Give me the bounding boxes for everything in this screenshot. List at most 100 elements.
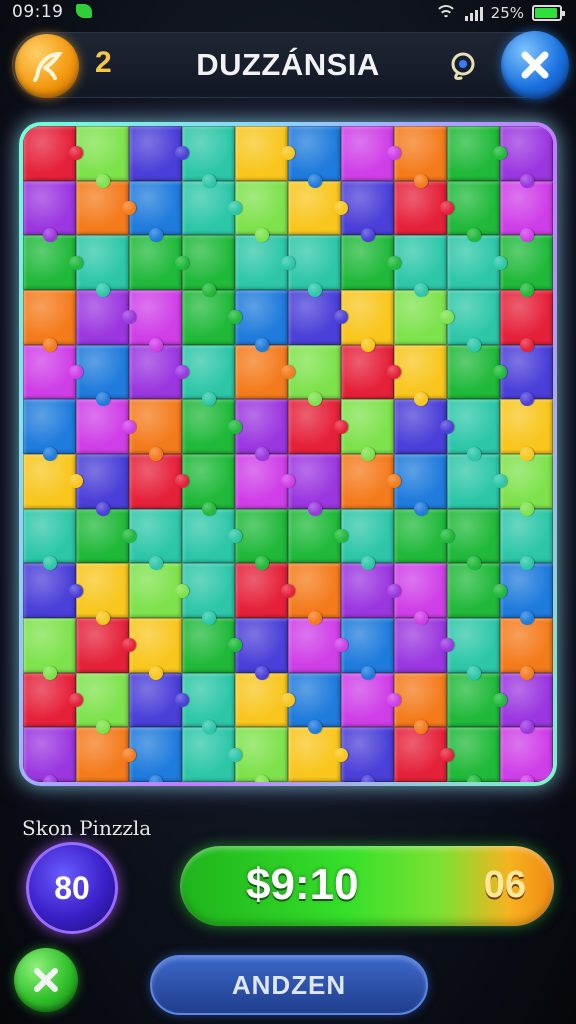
puzzle-piece[interactable] <box>23 180 76 242</box>
puzzle-piece[interactable] <box>500 399 553 461</box>
puzzle-piece[interactable] <box>288 508 348 564</box>
puzzle-piece[interactable] <box>447 126 507 181</box>
puzzle-piece[interactable] <box>182 508 242 564</box>
puzzle-piece[interactable] <box>341 454 401 509</box>
puzzle-piece[interactable] <box>235 618 288 680</box>
puzzle-piece[interactable] <box>447 290 500 352</box>
puzzle-piece[interactable] <box>447 344 507 400</box>
puzzle-piece[interactable] <box>182 180 242 236</box>
puzzle-piece[interactable] <box>447 508 500 570</box>
puzzle-piece[interactable] <box>394 618 454 673</box>
puzzle-piece[interactable] <box>341 180 394 242</box>
cancel-button[interactable] <box>14 948 78 1012</box>
puzzle-piece[interactable] <box>500 180 553 242</box>
puzzle-piece[interactable] <box>288 290 348 345</box>
puzzle-piece[interactable] <box>447 454 507 509</box>
puzzle-piece[interactable] <box>235 454 295 509</box>
puzzle-piece[interactable] <box>288 563 341 625</box>
puzzle-piece[interactable] <box>23 618 76 680</box>
puzzle-piece[interactable] <box>182 618 242 673</box>
puzzle-piece[interactable] <box>23 563 83 618</box>
puzzle-piece[interactable] <box>235 290 288 352</box>
puzzle-piece[interactable] <box>76 454 129 516</box>
puzzle-piece[interactable] <box>341 727 394 782</box>
puzzle-piece[interactable] <box>23 672 83 728</box>
puzzle-piece[interactable] <box>447 180 500 242</box>
puzzle-piece[interactable] <box>394 180 454 236</box>
puzzle-piece[interactable] <box>76 290 136 345</box>
puzzle-piece[interactable] <box>447 399 500 461</box>
puzzle-piece[interactable] <box>394 126 447 188</box>
puzzle-piece[interactable] <box>288 180 348 236</box>
puzzle-piece[interactable] <box>76 563 129 625</box>
puzzle-piece[interactable] <box>235 672 295 728</box>
puzzle-piece[interactable] <box>129 454 189 509</box>
puzzle-piece[interactable] <box>394 290 454 345</box>
puzzle-piece[interactable] <box>235 235 295 290</box>
puzzle-piece[interactable] <box>129 399 182 461</box>
puzzle-piece[interactable] <box>288 399 348 454</box>
puzzle-piece[interactable] <box>235 508 288 570</box>
puzzle-piece[interactable] <box>235 563 295 618</box>
puzzle-piece[interactable] <box>23 454 83 509</box>
puzzle-piece[interactable] <box>23 235 83 290</box>
puzzle-piece[interactable] <box>341 563 401 618</box>
puzzle-piece[interactable] <box>182 563 235 625</box>
puzzle-piece[interactable] <box>182 344 235 406</box>
puzzle-piece[interactable] <box>394 563 447 625</box>
puzzle-piece[interactable] <box>23 399 76 461</box>
puzzle-piece[interactable] <box>288 727 348 782</box>
puzzle-piece[interactable] <box>76 344 129 406</box>
puzzle-piece[interactable] <box>500 508 553 570</box>
puzzle-piece[interactable] <box>288 454 341 516</box>
puzzle-piece[interactable] <box>235 344 295 400</box>
puzzle-piece[interactable] <box>500 235 553 297</box>
puzzle-piece[interactable] <box>76 618 136 673</box>
puzzle-piece[interactable] <box>341 618 394 680</box>
puzzle-piece[interactable] <box>500 454 553 516</box>
puzzle-piece[interactable] <box>76 672 129 734</box>
puzzle-piece[interactable] <box>341 508 394 570</box>
puzzle-piece[interactable] <box>447 563 507 618</box>
puzzle-piece[interactable] <box>23 727 76 782</box>
puzzle-piece[interactable] <box>394 399 454 454</box>
puzzle-piece[interactable] <box>129 126 189 181</box>
puzzle-piece[interactable] <box>394 672 447 734</box>
puzzle-piece[interactable] <box>341 399 394 461</box>
puzzle-piece[interactable] <box>129 672 189 728</box>
puzzle-piece[interactable] <box>76 126 129 188</box>
puzzle-piece[interactable] <box>129 618 182 680</box>
puzzle-piece[interactable] <box>235 126 295 181</box>
puzzle-piece[interactable] <box>447 727 500 782</box>
puzzle-piece[interactable] <box>341 344 401 400</box>
puzzle-piece[interactable] <box>23 126 83 181</box>
puzzle-piece[interactable] <box>76 727 136 782</box>
puzzle-piece[interactable] <box>288 618 348 673</box>
puzzle-piece[interactable] <box>394 235 447 297</box>
puzzle-piece[interactable] <box>129 344 189 400</box>
puzzle-piece[interactable] <box>500 290 553 352</box>
puzzle-piece[interactable] <box>129 235 189 290</box>
puzzle-piece[interactable] <box>341 126 401 181</box>
close-button[interactable] <box>501 31 569 99</box>
puzzle-piece[interactable] <box>500 563 553 625</box>
puzzle-piece[interactable] <box>182 399 242 454</box>
puzzle-piece[interactable] <box>394 727 454 782</box>
puzzle-piece[interactable] <box>288 344 341 406</box>
puzzle-piece[interactable] <box>500 672 553 734</box>
puzzle-piece[interactable] <box>182 290 242 345</box>
puzzle-piece[interactable] <box>394 454 447 516</box>
puzzle-piece[interactable] <box>76 399 136 454</box>
puzzle-piece[interactable] <box>129 563 189 618</box>
puzzle-piece[interactable] <box>129 290 182 352</box>
puzzle-piece[interactable] <box>235 180 288 242</box>
puzzle-piece[interactable] <box>235 727 288 782</box>
puzzle-piece[interactable] <box>394 344 447 406</box>
puzzle-piece[interactable] <box>182 235 235 297</box>
puzzle-piece[interactable] <box>129 508 182 570</box>
puzzle-piece[interactable] <box>23 290 76 352</box>
puzzle-piece[interactable] <box>182 126 235 188</box>
puzzle-piece[interactable] <box>447 672 507 728</box>
puzzle-piece[interactable] <box>394 508 454 564</box>
action-button[interactable]: ANDZEN <box>150 955 428 1015</box>
